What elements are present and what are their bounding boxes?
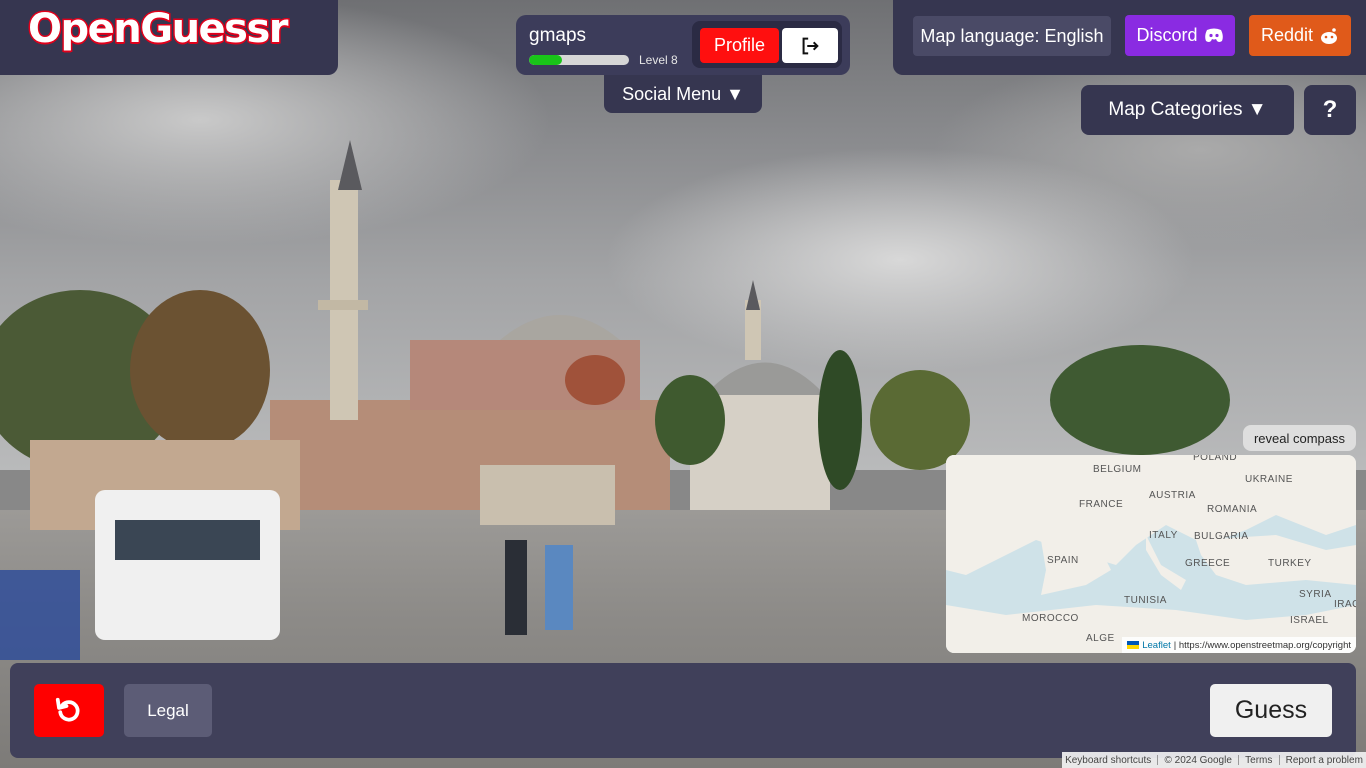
return-to-start-button[interactable] (34, 684, 104, 737)
copyright-text: © 2024 Google (1164, 754, 1232, 766)
legal-button[interactable]: Legal (124, 684, 212, 737)
map-label: AUSTRIA (1149, 490, 1196, 501)
map-label: ROMANIA (1207, 504, 1258, 515)
discord-label: Discord (1136, 25, 1198, 45)
guess-minimap[interactable]: POLAND BELGIUM UKRAINE FRANCE AUSTRIA RO… (946, 455, 1356, 653)
username: gmaps (529, 25, 587, 46)
account-buttons: Profile (692, 21, 842, 68)
reddit-button[interactable]: Reddit (1249, 15, 1351, 56)
logout-button[interactable] (782, 28, 838, 63)
logo-panel: OpenGuessr (0, 0, 338, 75)
map-label: IRAQ (1334, 599, 1356, 610)
reddit-label: Reddit (1260, 25, 1314, 45)
map-label: GREECE (1185, 558, 1231, 569)
discord-button[interactable]: Discord (1125, 15, 1235, 56)
map-label: SYRIA (1299, 589, 1332, 600)
map-label: SPAIN (1047, 555, 1079, 566)
google-footer: Keyboard shortcuts © 2024 Google Terms R… (1062, 752, 1366, 768)
footer-separator (1238, 755, 1240, 765)
undo-icon (55, 697, 80, 722)
help-button[interactable]: ? (1304, 85, 1356, 135)
ukraine-flag-icon (1127, 641, 1140, 649)
reveal-compass-button[interactable]: reveal compass (1243, 425, 1356, 451)
map-label: UKRAINE (1245, 474, 1293, 485)
map-attribution: Leaflet | https://www.openstreetmap.org/… (1122, 637, 1356, 653)
guess-button[interactable]: Guess (1210, 684, 1332, 737)
map-label: BELGIUM (1093, 464, 1142, 475)
xp-progress-bar (529, 55, 629, 65)
map-label: TUNISIA (1124, 595, 1167, 606)
osm-copyright[interactable]: | https://www.openstreetmap.org/copyrigh… (1174, 640, 1351, 651)
profile-button[interactable]: Profile (700, 28, 779, 63)
keyboard-shortcuts-link[interactable]: Keyboard shortcuts (1065, 755, 1151, 766)
footer-separator (1157, 755, 1159, 765)
footer-separator (1278, 755, 1280, 765)
user-panel: gmaps Level 8 Profile (516, 15, 850, 75)
map-label: FRANCE (1079, 499, 1124, 510)
openguessr-logo[interactable]: OpenGuessr (26, 5, 290, 54)
bottom-toolbar: Legal Guess (10, 663, 1356, 758)
reddit-icon (1321, 27, 1338, 44)
discord-icon (1204, 28, 1223, 42)
map-label: ALGE (1086, 633, 1115, 644)
map-label: MOROCCO (1022, 613, 1079, 624)
report-problem-link[interactable]: Report a problem (1286, 755, 1363, 766)
level-label: Level 8 (639, 53, 678, 67)
leaflet-link[interactable]: Leaflet (1142, 640, 1171, 651)
map-label: BULGARIA (1194, 531, 1249, 542)
map-label: ITALY (1149, 530, 1178, 541)
map-label: TURKEY (1268, 558, 1312, 569)
social-menu-button[interactable]: Social Menu ▼ (604, 75, 762, 113)
logout-icon (802, 37, 819, 54)
map-label: POLAND (1193, 455, 1238, 463)
map-label: ISRAEL (1290, 615, 1329, 626)
terms-link[interactable]: Terms (1245, 755, 1272, 766)
xp-progress-fill (529, 55, 562, 65)
links-panel: Map language: English Discord Reddit (893, 0, 1366, 75)
map-language-button[interactable]: Map language: English (913, 16, 1111, 56)
map-categories-button[interactable]: Map Categories ▼ (1081, 85, 1294, 135)
